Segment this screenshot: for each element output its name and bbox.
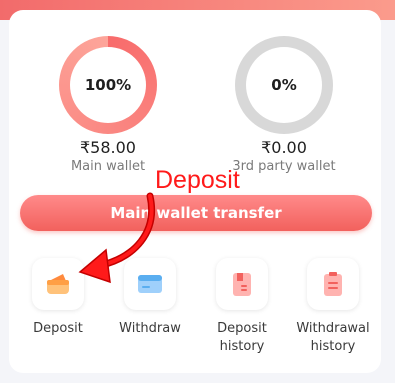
- deposit-icon: [47, 274, 69, 294]
- withdraw-action[interactable]: Withdraw: [105, 258, 195, 338]
- third-party-wallet-ring: 0%: [235, 36, 333, 134]
- withdrawal-history-label: Withdrawal history: [296, 321, 370, 354]
- main-wallet-ring: 100%: [59, 36, 157, 134]
- deposit-action[interactable]: Deposit: [13, 258, 103, 338]
- deposit-label: Deposit: [33, 321, 83, 336]
- deposit-history-icon-box[interactable]: [216, 258, 268, 310]
- deposit-history-label: Deposit history: [217, 321, 267, 354]
- deposit-annotation-label: Deposit: [155, 166, 240, 194]
- third-party-wallet-percent: 0%: [246, 47, 322, 123]
- withdrawal-history-action[interactable]: Withdrawal history: [288, 258, 378, 356]
- withdraw-label: Withdraw: [119, 321, 181, 336]
- deposit-history-icon: [233, 273, 251, 296]
- deposit-history-action[interactable]: Deposit history: [197, 258, 287, 356]
- main-wallet-transfer-button[interactable]: Main wallet transfer: [20, 195, 372, 231]
- withdrawal-history-icon-box[interactable]: [307, 258, 359, 310]
- withdraw-icon: [138, 275, 162, 293]
- third-party-wallet-amount: ₹0.00: [261, 138, 307, 157]
- deposit-icon-box[interactable]: [32, 258, 84, 310]
- main-wallet-percent: 100%: [70, 47, 146, 123]
- withdrawal-history-icon: [324, 272, 342, 296]
- withdraw-icon-box[interactable]: [124, 258, 176, 310]
- main-wallet-amount: ₹58.00: [80, 138, 136, 157]
